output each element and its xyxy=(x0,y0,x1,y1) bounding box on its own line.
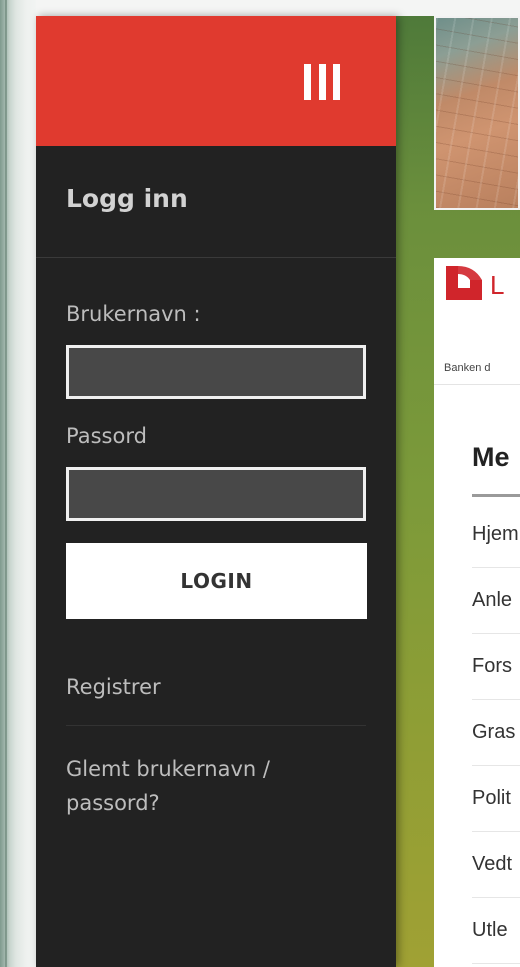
content-card: L Banken d Me Hjem Anle Fors Gras Polit … xyxy=(434,258,520,967)
menu-bar xyxy=(304,64,311,100)
forgot-link-line1: Glemt brukernavn / xyxy=(66,757,270,781)
register-link[interactable]: Registrer xyxy=(66,670,161,704)
password-input[interactable] xyxy=(66,467,366,521)
divider xyxy=(434,384,520,385)
login-title: Logg inn xyxy=(66,184,188,213)
menu-item[interactable]: Fors xyxy=(472,634,520,700)
menu-item[interactable]: Vedt xyxy=(472,832,520,898)
menu-title-underline xyxy=(472,494,520,497)
forgot-credentials-link[interactable]: Glemt brukernavn / passord? xyxy=(66,752,270,820)
username-label: Brukernavn : xyxy=(66,302,201,326)
login-button[interactable]: LOGIN xyxy=(66,543,367,619)
password-label: Passord xyxy=(66,424,147,448)
menu-item[interactable]: Utle xyxy=(472,898,520,964)
menu-item[interactable]: Hjem xyxy=(472,502,520,568)
forgot-link-line2: passord? xyxy=(66,791,160,815)
tagline: Banken d xyxy=(444,362,491,374)
top-band xyxy=(36,0,520,16)
bank-logo-icon xyxy=(446,266,482,300)
menu-bar xyxy=(333,64,340,100)
menu-item[interactable]: Polit xyxy=(472,766,520,832)
login-drawer: Logg inn Brukernavn : Passord LOGIN Regi… xyxy=(36,16,396,967)
drawer-divider xyxy=(36,257,396,258)
menu-bar xyxy=(318,64,326,100)
username-input[interactable] xyxy=(66,345,366,399)
logo-text: L xyxy=(490,270,505,300)
menu-list: Hjem Anle Fors Gras Polit Vedt Utle xyxy=(472,502,520,964)
header-photo xyxy=(434,16,520,210)
link-divider xyxy=(66,725,366,726)
menu-item[interactable]: Gras xyxy=(472,700,520,766)
menu-item[interactable]: Anle xyxy=(472,568,520,634)
background-texture xyxy=(0,0,36,967)
menu-title: Me xyxy=(472,442,510,472)
menu-toggle-icon[interactable] xyxy=(304,64,340,100)
drawer-header xyxy=(36,16,396,146)
